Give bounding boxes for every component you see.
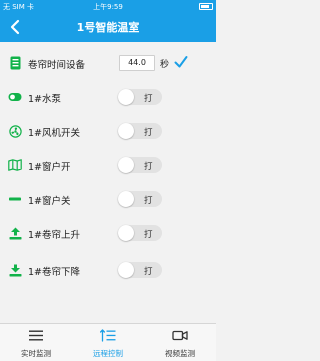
curtain-down-switch[interactable]: 打 [118,262,162,278]
control-row-window-open: 1#窗户开 打 [0,153,216,177]
row-label: 1#窗户开 [28,162,71,173]
minus-icon [8,192,22,206]
control-row-window-close: 1#窗户关 打 [0,187,216,211]
row-label: 1#卷帘下降 [28,267,81,278]
confirm-button[interactable] [174,54,188,70]
nav-bar: 1号智能温室 [0,12,216,42]
control-row-curtain-up: 1#卷帘上升 打 [0,221,216,245]
status-bar: 无 SIM 卡 上午9:59 [0,0,216,12]
switch-state-text: 打 [144,128,153,138]
row-label: 1#水泵 [28,94,62,105]
tab-realtime-monitor[interactable]: 实时监测 [0,324,72,361]
tab-remote-control[interactable]: 远程控制 [72,324,144,361]
page-title: 1号智能温室 [76,21,140,34]
tab-bar: 实时监测 远程控制 视频监测 [0,323,216,361]
row-label: 1#风机开关 [28,128,81,139]
checkmark-icon [174,56,188,68]
tab-label: 远程控制 [93,349,123,358]
switch-state-text: 打 [144,267,153,277]
timer-input[interactable]: 44.0 [119,55,155,71]
control-row-pump: 1#水泵 打 [0,85,216,109]
document-icon [8,56,22,70]
timer-unit: 秒 [160,60,170,70]
tab-label: 视频监测 [165,349,195,358]
toggle-icon [8,90,22,104]
download-icon [8,263,22,277]
switch-knob [118,225,134,241]
video-icon [172,330,188,341]
tab-video-monitor[interactable]: 视频监测 [144,324,216,361]
switch-knob [118,262,134,278]
switch-knob [118,191,134,207]
switch-state-text: 打 [144,196,153,206]
fan-icon [8,124,22,138]
switch-knob [118,89,134,105]
pump-switch[interactable]: 打 [118,89,162,105]
curtain-up-switch[interactable]: 打 [118,225,162,241]
map-icon [8,158,22,172]
upload-icon [8,226,22,240]
tab-label: 实时监测 [21,349,51,358]
switch-state-text: 打 [144,162,153,172]
timer-label: 卷帘时间设备 [28,60,86,71]
battery-indicator [197,2,213,10]
window-close-switch[interactable]: 打 [118,191,162,207]
switch-knob [118,157,134,173]
switch-state-text: 打 [144,230,153,240]
timer-setting-row: 卷帘时间设备 44.0 秒 [0,51,216,75]
fan-switch[interactable]: 打 [118,123,162,139]
battery-icon [199,2,213,10]
control-row-curtain-down: 1#卷帘下降 打 [0,258,216,282]
switch-knob [118,123,134,139]
switch-state-text: 打 [144,94,153,104]
list-icon [29,330,43,341]
clock-text: 上午9:59 [93,3,123,11]
row-label: 1#卷帘上升 [28,230,81,241]
row-label: 1#窗户关 [28,196,71,207]
window-open-switch[interactable]: 打 [118,157,162,173]
sort-list-icon [100,329,116,342]
control-row-fan: 1#风机开关 打 [0,119,216,143]
